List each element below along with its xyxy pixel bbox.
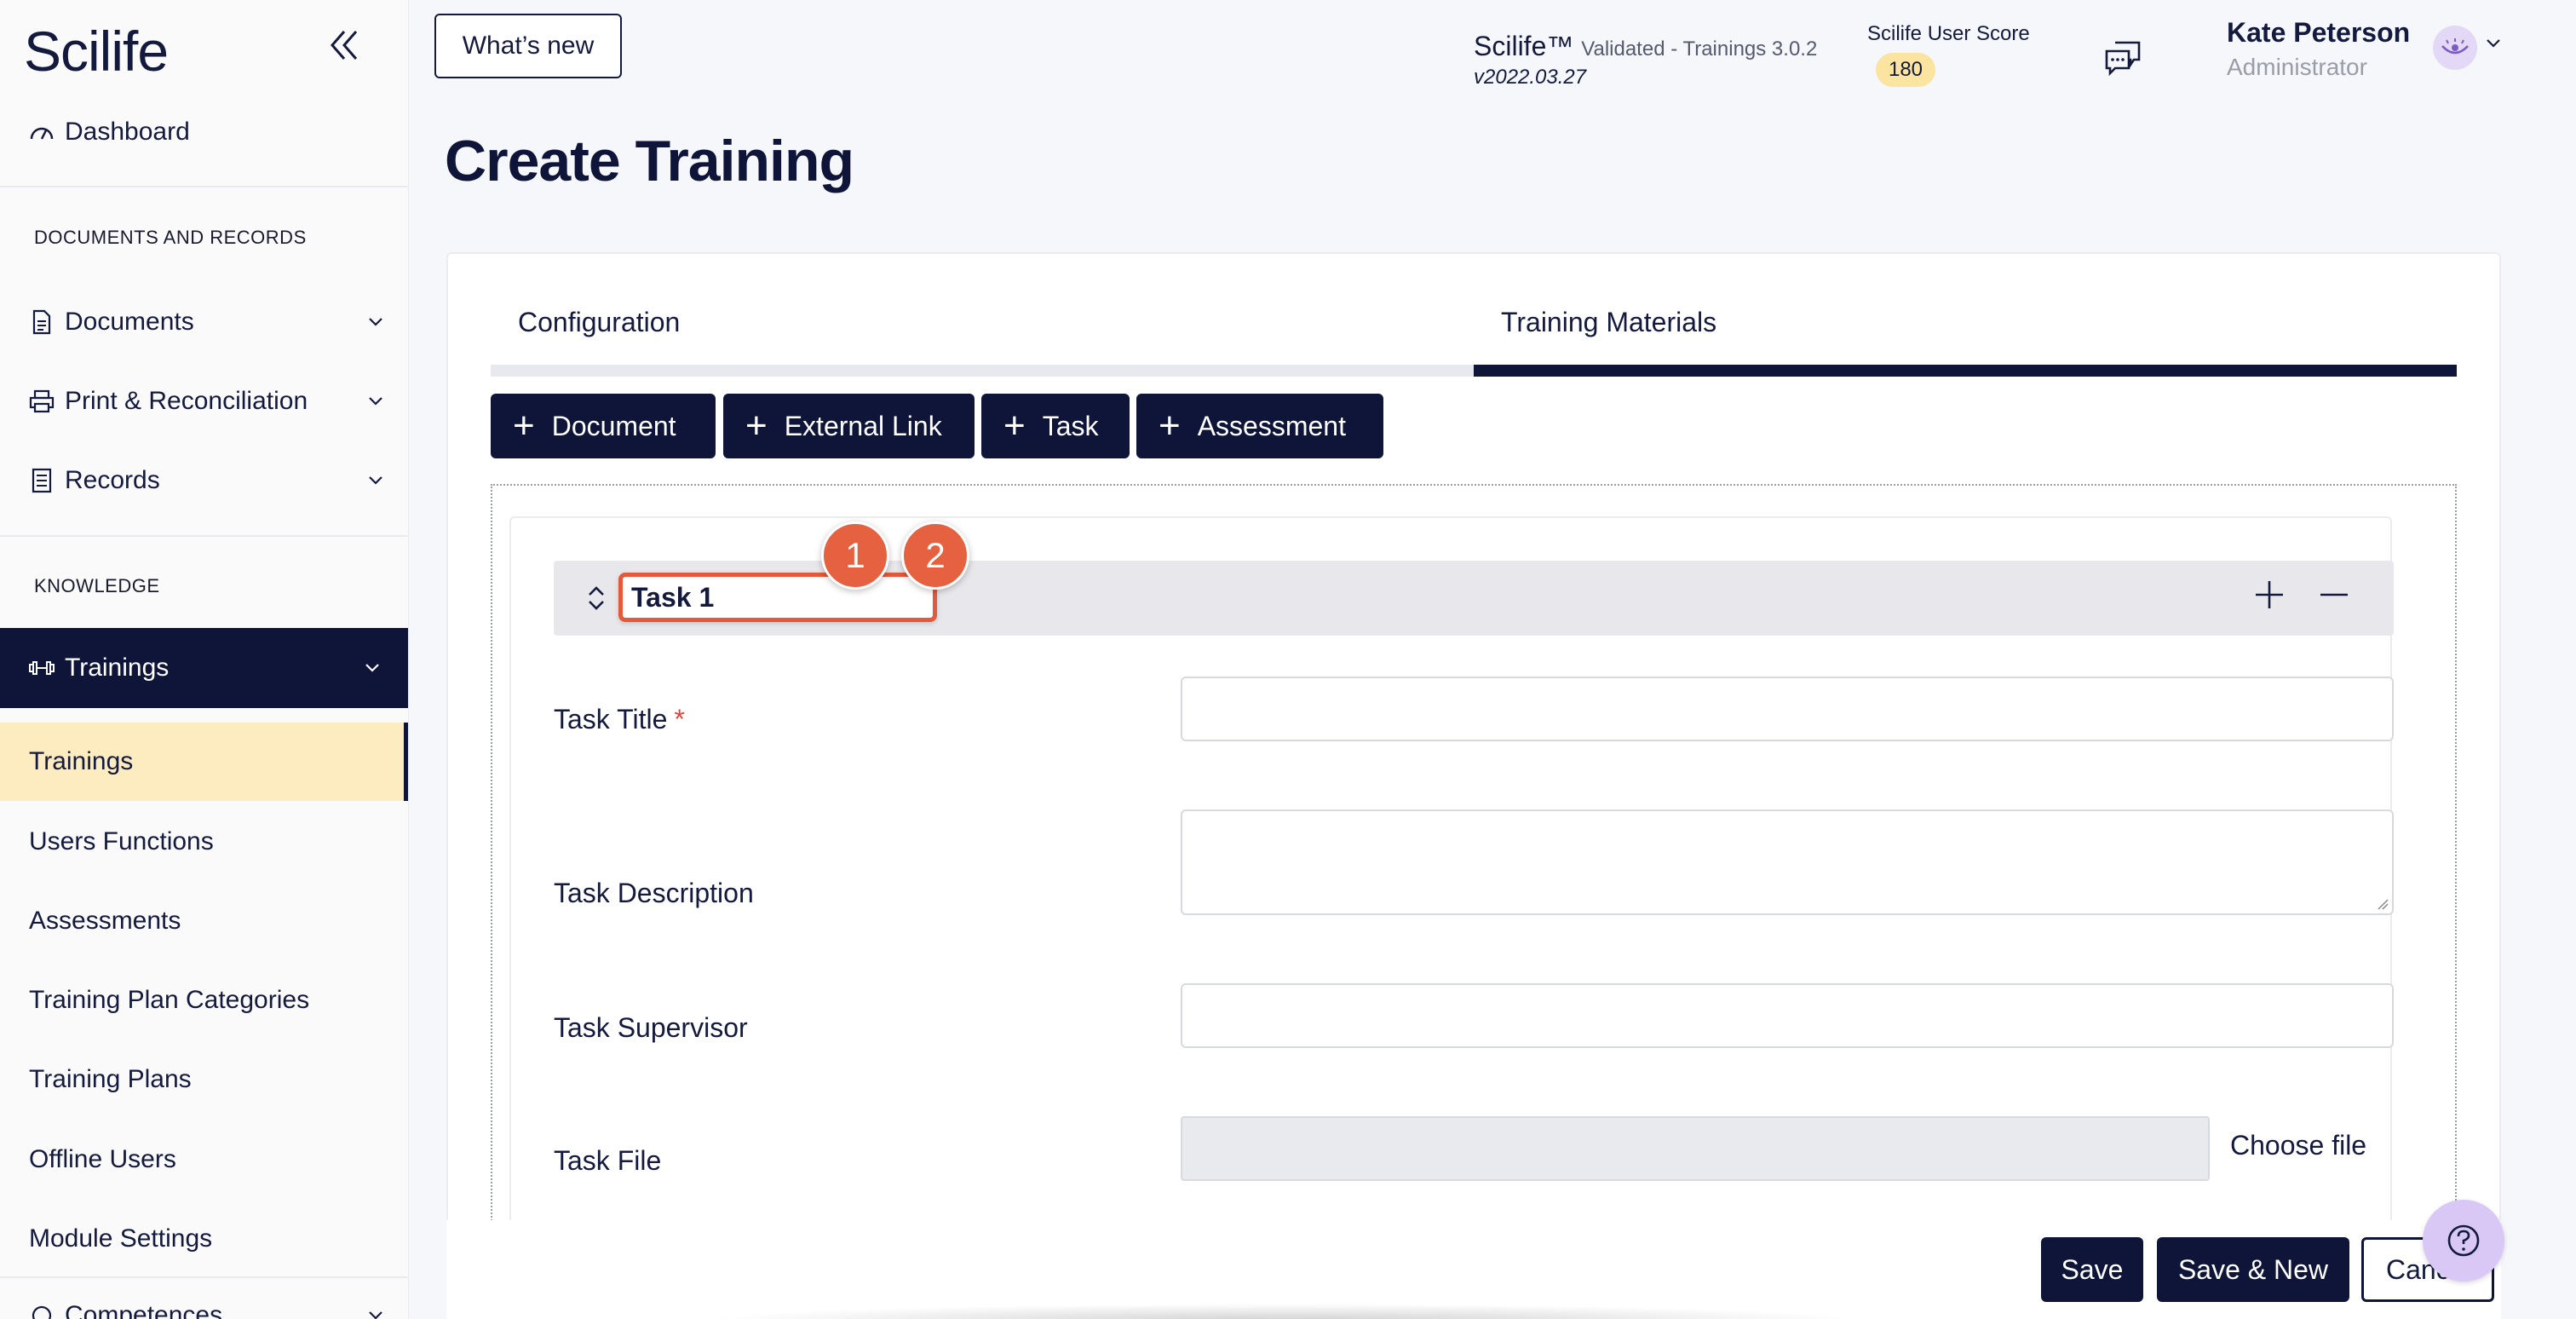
remove-icon[interactable]: [2315, 576, 2353, 613]
chat-icon[interactable]: [2101, 37, 2145, 78]
printer-icon: [27, 387, 56, 416]
task-file-label: Task File: [554, 1145, 662, 1176]
required-mark: *: [674, 704, 685, 734]
user-score: Scilife User Score 180: [1867, 22, 2030, 87]
tab-configuration[interactable]: Configuration: [518, 307, 680, 338]
sidebar-subitem-training-plan-categories[interactable]: Training Plan Categories: [0, 961, 408, 1040]
sidebar-item-records[interactable]: Records: [27, 457, 385, 504]
version-number: v2022.03.27: [1474, 66, 1587, 89]
task-name-input[interactable]: Task 1: [618, 573, 937, 622]
sidebar-subitem-training-plans[interactable]: Training Plans: [0, 1040, 408, 1119]
add-document-button[interactable]: + Document: [491, 394, 716, 458]
sidebar-item-label: Competences: [65, 1301, 223, 1319]
task-supervisor-input[interactable]: [1181, 983, 2394, 1048]
product-name: Scilife™: [1474, 31, 1574, 61]
version-info: Scilife™ Validated - Trainings 3.0.2 v20…: [1474, 31, 1817, 89]
records-icon: [27, 466, 56, 495]
sidebar-item-competences[interactable]: Competences: [27, 1292, 385, 1319]
chevron-down-icon: [366, 1306, 385, 1319]
section-label-documents: DOCUMENTS AND RECORDS: [34, 227, 307, 248]
sidebar-divider: [0, 1276, 408, 1278]
sidebar-subitem-module-settings[interactable]: Module Settings: [0, 1200, 408, 1278]
step-marker-1: 1: [821, 521, 889, 590]
choose-file-button[interactable]: Choose file: [2230, 1130, 2366, 1161]
tab-underline-active: [1474, 365, 2457, 377]
plus-icon: +: [745, 405, 768, 446]
resize-handle-icon[interactable]: [2377, 898, 2389, 910]
task-description-label: Task Description: [554, 878, 754, 908]
task-file-input[interactable]: [1181, 1116, 2210, 1181]
dumbbell-icon: [27, 654, 56, 683]
save-and-new-button[interactable]: Save & New: [2157, 1237, 2349, 1302]
task-title-input[interactable]: [1181, 677, 2394, 741]
competences-icon: [27, 1301, 56, 1319]
page-title: Create Training: [445, 129, 854, 193]
sidebar-item-documents[interactable]: Documents: [27, 298, 385, 346]
score-badge: 180: [1876, 53, 1935, 87]
tab-training-materials[interactable]: Training Materials: [1501, 307, 1716, 338]
sidebar: Scilife Dashboard DOCUMENTS AND RECORDS …: [0, 0, 409, 1319]
task-title-label: Task Title *: [554, 704, 685, 734]
chevron-down-icon: [363, 659, 382, 677]
user-menu[interactable]: Kate Peterson Administrator: [2227, 17, 2410, 81]
user-name: Kate Peterson: [2227, 17, 2411, 48]
sidebar-item-label: Print & Reconciliation: [65, 387, 308, 415]
plus-icon: +: [513, 405, 535, 446]
sidebar-item-trainings-group[interactable]: Trainings: [0, 628, 408, 708]
avatar[interactable]: [2433, 26, 2477, 70]
sidebar-divider: [0, 535, 408, 537]
add-assessment-button[interactable]: + Assessment: [1136, 394, 1383, 458]
sidebar-divider: [0, 186, 408, 187]
sidebar-item-label: Trainings: [65, 654, 170, 682]
collapse-sidebar-icon[interactable]: [322, 19, 366, 72]
sidebar-subitem-users-functions[interactable]: Users Functions: [0, 803, 408, 881]
sidebar-item-label: Dashboard: [65, 118, 190, 146]
sort-icon[interactable]: [584, 581, 608, 615]
sidebar-item-dashboard[interactable]: Dashboard: [27, 112, 190, 152]
sidebar-subitem-trainings[interactable]: Trainings: [0, 723, 408, 801]
user-role: Administrator: [2227, 54, 2367, 80]
sidebar-subitem-offline-users[interactable]: Offline Users: [0, 1120, 408, 1199]
sidebar-item-label: Documents: [65, 308, 194, 336]
plus-icon: +: [1159, 405, 1181, 446]
product-detail: Validated - Trainings 3.0.2: [1581, 37, 1818, 60]
step-marker-2: 2: [901, 521, 969, 590]
sidebar-item-label: Records: [65, 466, 160, 494]
sidebar-subitem-assessments[interactable]: Assessments: [0, 882, 408, 960]
section-label-knowledge: KNOWLEDGE: [34, 575, 160, 596]
document-icon: [27, 308, 56, 337]
help-icon[interactable]: [2423, 1200, 2504, 1282]
plus-icon: +: [1003, 405, 1026, 446]
add-external-link-button[interactable]: + External Link: [723, 394, 975, 458]
add-task-button[interactable]: + Task: [981, 394, 1130, 458]
expand-icon[interactable]: [2251, 576, 2288, 613]
sidebar-item-print-reconciliation[interactable]: Print & Reconciliation: [27, 377, 385, 425]
tab-underline: [491, 365, 1474, 377]
app-logo: Scilife: [24, 20, 169, 83]
chevron-down-icon: [366, 313, 385, 331]
gauge-icon: [27, 118, 56, 147]
chevron-down-icon[interactable]: [2486, 37, 2504, 56]
whats-new-button[interactable]: What’s new: [434, 14, 622, 78]
task-description-textarea[interactable]: [1181, 809, 2394, 915]
chevron-down-icon: [366, 392, 385, 411]
footer-shadow: [699, 1304, 1874, 1319]
task-supervisor-label: Task Supervisor: [554, 1012, 748, 1043]
save-button[interactable]: Save: [2041, 1237, 2143, 1302]
chevron-down-icon: [366, 471, 385, 490]
score-label: Scilife User Score: [1867, 22, 2030, 45]
